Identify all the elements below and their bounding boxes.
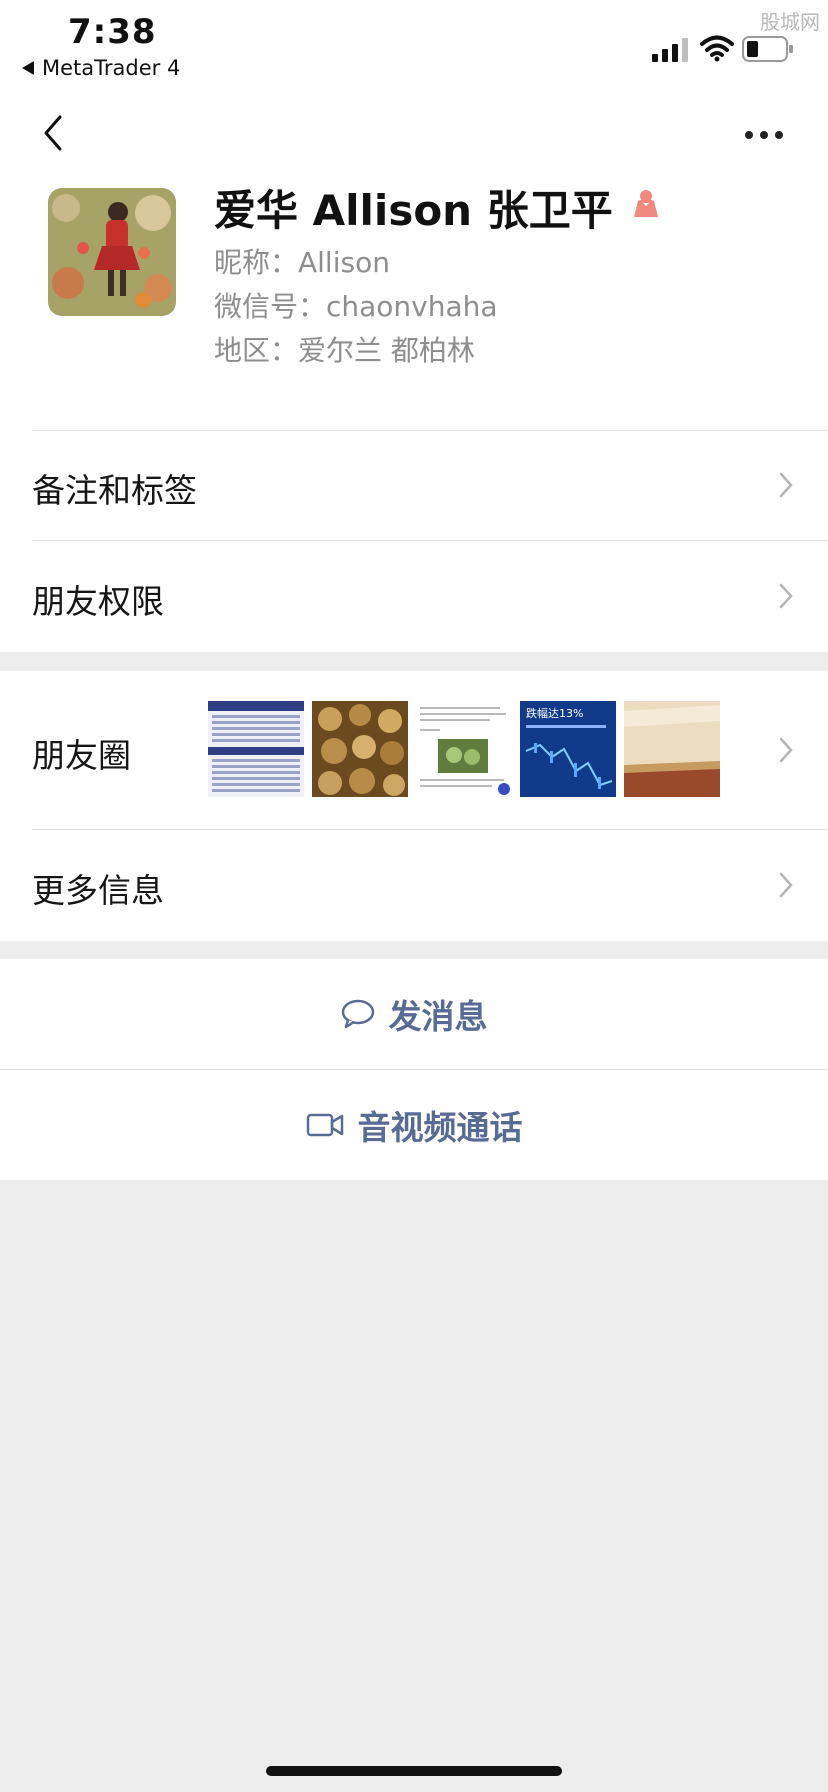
row-label: 备注和标签 xyxy=(32,471,197,510)
moments-thumb-stock-chart: 跌幅达13% xyxy=(520,701,616,797)
moments-section: 朋友圈 跌幅达13% 更多信息 xyxy=(0,671,828,941)
av-call-label: 音视频通话 xyxy=(357,1108,523,1147)
thumb-headline-text: 跌幅达13% xyxy=(526,706,583,720)
profile-display-name: 爱华 Allison 张卫平 xyxy=(214,186,613,235)
back-chevron-icon[interactable] xyxy=(38,113,68,153)
back-triangle-icon xyxy=(22,61,34,75)
chevron-right-icon xyxy=(779,583,793,609)
send-message-label: 发消息 xyxy=(388,997,488,1036)
av-call-button[interactable]: 音视频通话 xyxy=(0,1070,828,1180)
settings-section: 备注和标签 朋友权限 xyxy=(0,430,828,652)
female-gender-icon xyxy=(634,190,658,217)
row-label: 朋友权限 xyxy=(32,582,164,621)
chevron-right-icon xyxy=(779,472,793,498)
row-label: 更多信息 xyxy=(32,871,164,910)
wechat-id-line: 微信号：chaonvhaha xyxy=(214,290,498,323)
home-indicator xyxy=(266,1766,562,1776)
nickname-line: 昵称：Allison xyxy=(214,246,390,279)
battery-icon xyxy=(742,36,793,62)
status-bar: 7:38 MetaTrader 4 股城网 xyxy=(0,0,828,95)
row-friend-permissions[interactable]: 朋友权限 xyxy=(0,541,828,651)
watermark-text: 股城网 xyxy=(760,10,820,34)
back-to-app-link[interactable]: MetaTrader 4 xyxy=(22,56,180,80)
row-moments[interactable]: 朋友圈 跌幅达13% xyxy=(0,671,828,829)
video-camera-icon xyxy=(306,1113,343,1137)
back-app-label: MetaTrader 4 xyxy=(42,56,181,80)
status-time: 7:38 xyxy=(68,12,157,52)
moments-thumb-article xyxy=(416,701,512,797)
avatar[interactable] xyxy=(48,188,176,316)
wifi-icon xyxy=(700,35,734,62)
chat-bubble-icon xyxy=(341,999,374,1029)
row-remarks-tags[interactable]: 备注和标签 xyxy=(0,430,828,540)
moments-thumb-food xyxy=(312,701,408,797)
cellular-signal-icon xyxy=(652,38,688,62)
send-message-button[interactable]: 发消息 xyxy=(0,959,828,1069)
more-options-icon[interactable] xyxy=(744,129,784,141)
row-label: 朋友圈 xyxy=(32,736,131,775)
row-more-info[interactable]: 更多信息 xyxy=(0,830,828,940)
moments-thumbnails: 跌幅达13% xyxy=(208,701,720,797)
moments-thumb-bread xyxy=(624,701,720,797)
profile-header: 爱华 Allison 张卫平 昵称：Allison 微信号：chaonvhaha… xyxy=(0,95,828,430)
region-line: 地区：爱尔兰 都柏林 xyxy=(214,334,475,367)
chevron-right-icon xyxy=(779,872,793,898)
moments-thumb-table xyxy=(208,701,304,797)
chevron-right-icon xyxy=(779,737,793,763)
